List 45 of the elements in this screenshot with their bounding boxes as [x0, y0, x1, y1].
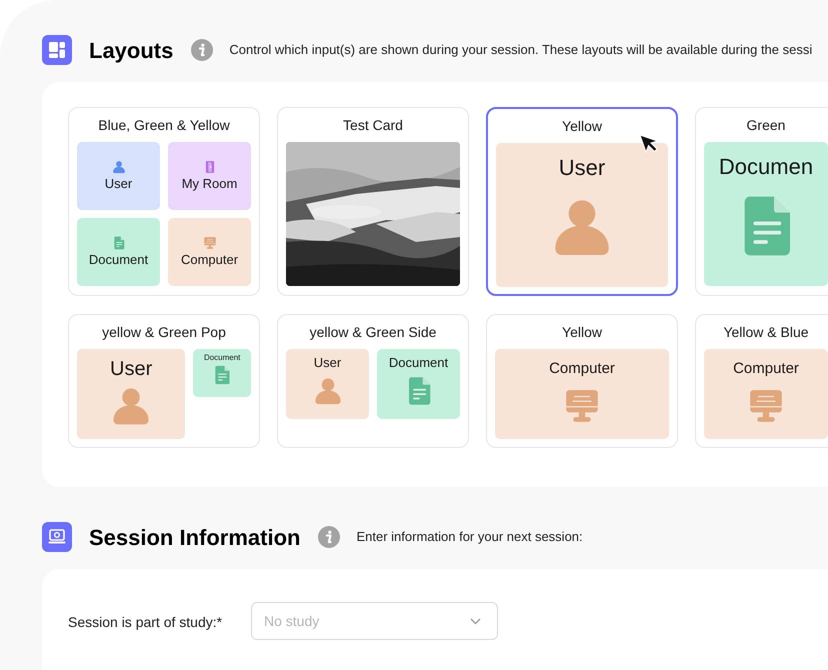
layout-card[interactable]: Yellow & Blue Computer	[695, 314, 828, 448]
panel-label: User	[104, 176, 132, 192]
panel-label: Computer	[549, 359, 615, 379]
cursor-icon	[638, 133, 660, 155]
layout-title: Yellow & Blue	[722, 323, 810, 342]
layout-card[interactable]: Green Documen	[695, 107, 828, 296]
panel-label: Computer	[733, 359, 799, 379]
panel-label: Documen	[718, 154, 814, 180]
info-icon[interactable]	[318, 526, 340, 548]
chevron-down-icon	[470, 618, 481, 624]
layout-card[interactable]: Blue, Green & Yellow User My Room Document Computer	[68, 107, 260, 296]
info-icon[interactable]	[191, 39, 214, 61]
panel-label: My Room	[182, 176, 238, 192]
layout-title: Yellow	[561, 117, 603, 136]
computer-icon	[747, 387, 785, 425]
layout-card[interactable]: yellow & Green Side User Document	[277, 314, 469, 448]
laptop-icon	[42, 522, 72, 552]
panel-label: Computer	[180, 252, 238, 268]
panel-label: User	[110, 357, 152, 381]
panel-label: Document	[388, 354, 448, 372]
layouts-icon	[42, 35, 72, 65]
user-icon	[312, 376, 342, 406]
layout-title: Test Card	[342, 116, 404, 135]
user-icon	[112, 160, 126, 174]
section-description: Enter information for your next session:	[356, 528, 583, 546]
section-title: Session Information	[89, 524, 300, 552]
layout-title: Yellow	[561, 323, 603, 342]
layout-title: yellow & Green Pop	[101, 323, 227, 342]
layout-card[interactable]: Yellow User	[486, 107, 678, 296]
panel-label: User	[558, 155, 606, 181]
panel-label: User	[314, 354, 342, 372]
panel-label: Document	[204, 353, 240, 363]
field-label: Session is part of study:*	[68, 613, 224, 632]
panel-label: Document	[88, 252, 148, 268]
layout-card[interactable]: yellow & Green Pop User Document	[68, 314, 260, 448]
document-icon	[112, 236, 126, 250]
section-title: Layouts	[89, 36, 174, 65]
layout-card[interactable]: Test Card	[277, 107, 469, 296]
layout-title: Blue, Green & Yellow	[97, 116, 231, 135]
layout-card[interactable]: Yellow Computer	[486, 314, 678, 448]
layout-title: Green	[746, 116, 786, 135]
computer-icon	[563, 387, 601, 425]
computer-icon	[202, 236, 216, 250]
section-description: Control which input(s) are shown during your session. These layouts will be available during the sessi	[229, 41, 812, 60]
layout-title: yellow & Green Side	[308, 323, 438, 342]
